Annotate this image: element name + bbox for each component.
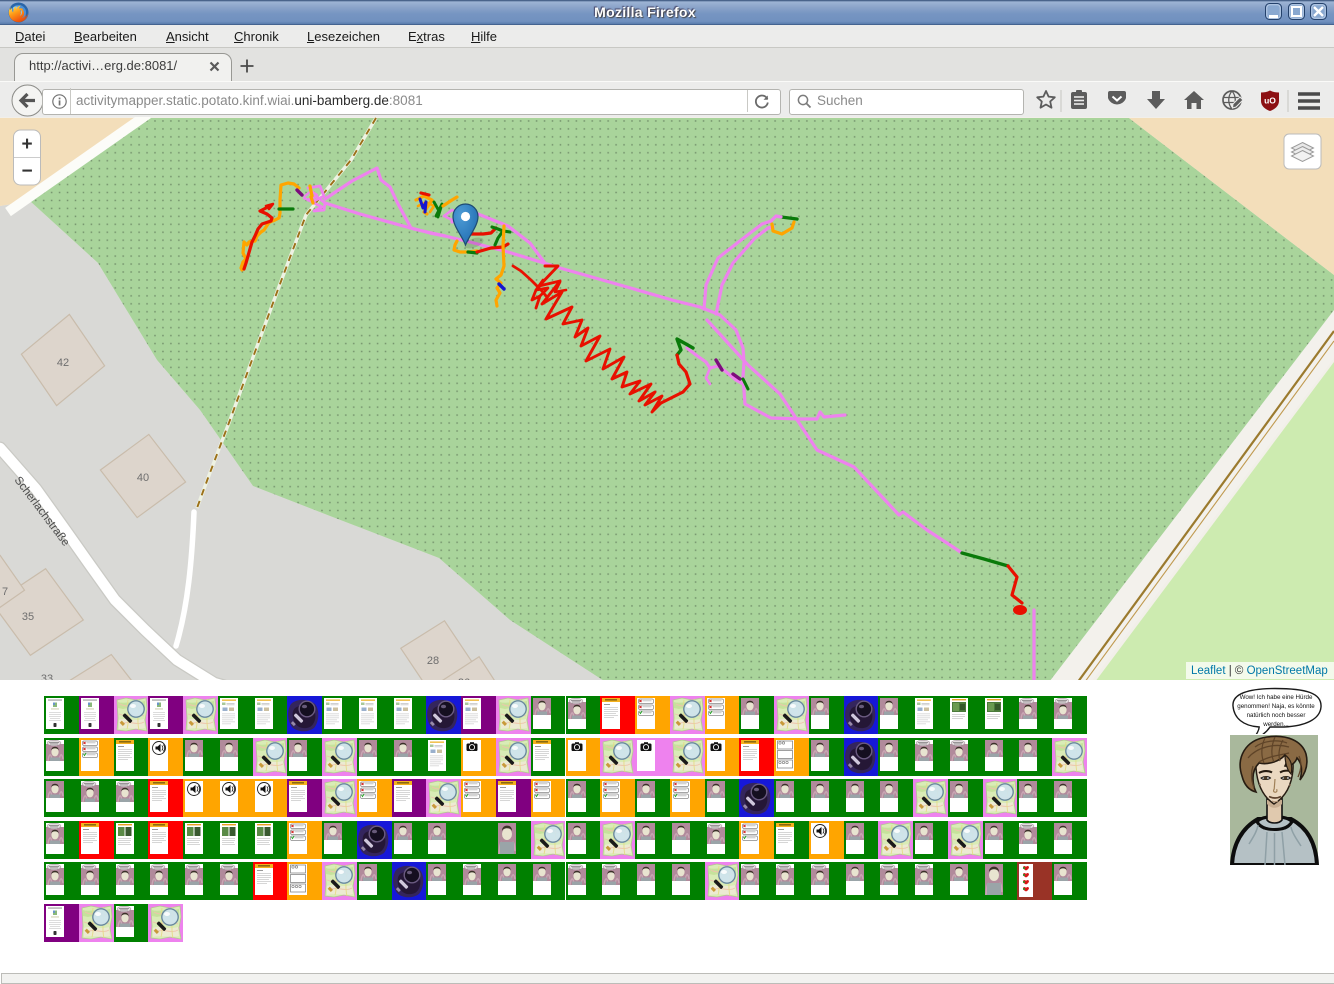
svg-text:Leaflet | © OpenStreetMap: Leaflet | © OpenStreetMap xyxy=(1191,665,1328,677)
svg-text:−: − xyxy=(21,161,32,182)
svg-text:42: 42 xyxy=(57,357,69,369)
svg-text:26: 26 xyxy=(458,677,470,680)
svg-text:33: 33 xyxy=(41,673,53,680)
svg-text:28: 28 xyxy=(427,655,439,667)
svg-text:35: 35 xyxy=(22,611,34,623)
svg-text:+: + xyxy=(21,134,32,155)
svg-text:40: 40 xyxy=(137,472,149,484)
svg-text:7: 7 xyxy=(2,586,8,598)
svg-text:uO: uO xyxy=(1264,96,1276,106)
